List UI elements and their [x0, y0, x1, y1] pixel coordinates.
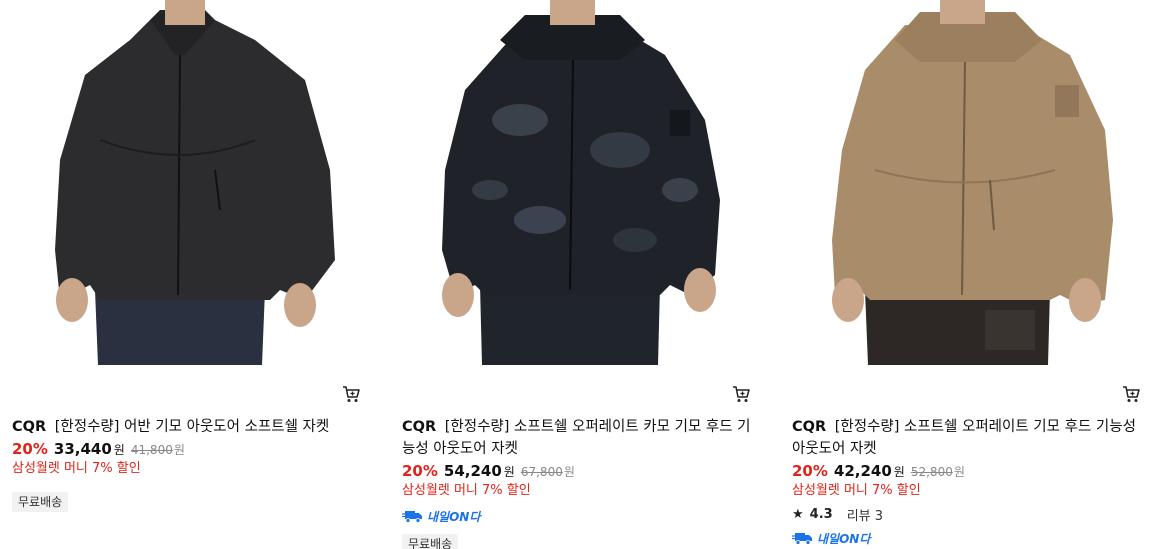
free-shipping-badge: 무료배송 [12, 492, 69, 512]
price-unit: 원 [893, 465, 905, 479]
promo-text: 삼성월렛 머니 7% 할인 [402, 483, 531, 498]
cart-icon [733, 386, 750, 402]
add-to-cart-button[interactable] [1121, 384, 1145, 408]
truck-icon [792, 533, 812, 545]
star-icon: ★ [792, 506, 804, 522]
brand-name: CQR [12, 419, 47, 435]
product-card[interactable]: CQR [한정수량] 소프트쉘 오퍼레이트 카모 기모 후드 기능성 아웃도어 … [390, 0, 755, 549]
promo-text: 삼성월렛 머니 7% 할인 [792, 483, 921, 498]
add-to-cart-button[interactable] [731, 384, 755, 408]
price-row: 20% 42,240 원 52,800 원 [792, 462, 965, 484]
discount-rate: 20% [402, 462, 438, 480]
original-price-unit: 원 [563, 465, 575, 479]
product-image[interactable] [390, 0, 755, 365]
cart-icon [343, 386, 360, 402]
rating-score: 4.3 [809, 506, 833, 522]
delivery-label: 내일ON다 [427, 509, 481, 524]
sale-price: 54,240 [443, 462, 502, 480]
product-card[interactable]: CQR [한정수량] 소프트쉘 오퍼레이트 기모 후드 기능성 아웃도어 자켓 … [780, 0, 1145, 549]
original-price: 41,800 [130, 443, 173, 457]
original-price-unit: 원 [173, 443, 185, 457]
cart-icon [1123, 386, 1140, 402]
promo-text: 삼성월렛 머니 7% 할인 [12, 461, 141, 476]
sale-price: 33,440 [53, 440, 112, 458]
price-unit: 원 [113, 443, 125, 457]
delivery-tag: 내일ON다 [792, 530, 870, 546]
add-to-cart-button[interactable] [341, 384, 365, 408]
product-grid: CQR [한정수량] 어반 기모 아웃도어 소프트쉘 자켓 20% 33,440… [0, 0, 1155, 549]
product-image[interactable] [0, 0, 365, 365]
price-unit: 원 [503, 465, 515, 479]
price-row: 20% 54,240 원 67,800 원 [402, 462, 575, 484]
free-shipping-badge: 무료배송 [402, 534, 459, 549]
delivery-label: 내일ON다 [817, 531, 871, 546]
product-image[interactable] [780, 0, 1145, 365]
review-count: 리뷰 3 [846, 508, 884, 524]
product-title[interactable]: CQR [한정수량] 소프트쉘 오퍼레이트 카모 기모 후드 기능성 아웃도어 … [402, 416, 754, 460]
product-name: [한정수량] 어반 기모 아웃도어 소프트쉘 자켓 [54, 419, 330, 435]
delivery-tag: 내일ON다 [402, 508, 480, 524]
rating-row[interactable]: ★ 4.3 리뷰 3 [792, 505, 884, 524]
product-title[interactable]: CQR [한정수량] 소프트쉘 오퍼레이트 기모 후드 기능성 아웃도어 자켓 [792, 416, 1144, 460]
product-name: [한정수량] 소프트쉘 오퍼레이트 기모 후드 기능성 아웃도어 자켓 [792, 419, 1136, 457]
discount-rate: 20% [792, 462, 828, 480]
original-price: 67,800 [520, 465, 563, 479]
price-row: 20% 33,440 원 41,800 원 [12, 440, 185, 462]
product-name: [한정수량] 소프트쉘 오퍼레이트 카모 기모 후드 기능성 아웃도어 자켓 [402, 419, 751, 457]
original-price-unit: 원 [953, 465, 965, 479]
truck-icon [402, 511, 422, 523]
product-title[interactable]: CQR [한정수량] 어반 기모 아웃도어 소프트쉘 자켓 [12, 416, 364, 438]
product-card[interactable]: CQR [한정수량] 어반 기모 아웃도어 소프트쉘 자켓 20% 33,440… [0, 0, 365, 549]
sale-price: 42,240 [833, 462, 892, 480]
original-price: 52,800 [910, 465, 953, 479]
brand-name: CQR [792, 419, 827, 435]
brand-name: CQR [402, 419, 437, 435]
discount-rate: 20% [12, 440, 48, 458]
